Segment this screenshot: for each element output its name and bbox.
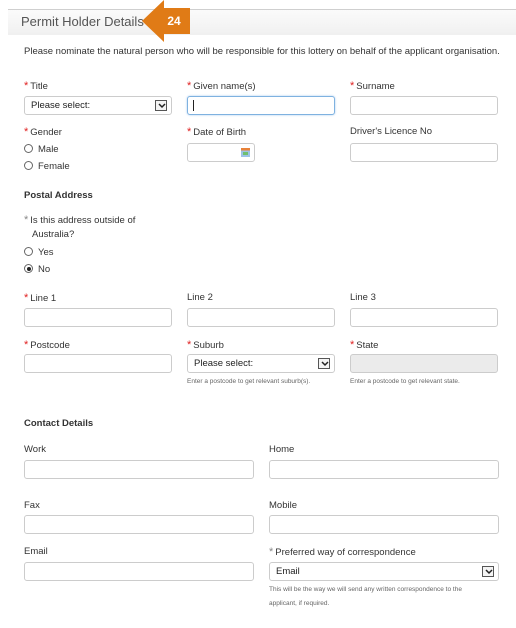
preferred-hint-line1: This will be the way we will send any wr…: [269, 586, 462, 593]
work-label: Work: [24, 444, 46, 455]
required-marker: *: [24, 339, 29, 351]
state-label: * State: [350, 339, 378, 351]
home-label: Home: [269, 444, 295, 455]
female-label: Female: [38, 161, 70, 172]
mobile-input[interactable]: [269, 515, 499, 534]
outside-australia-label: * Is this address outside of: [24, 214, 135, 226]
no-label: No: [38, 264, 51, 275]
outside-question-line2: Australia?: [32, 229, 75, 240]
preferred-select-value: Email: [276, 566, 300, 577]
radio-female[interactable]: [24, 161, 33, 170]
required-marker: *: [187, 80, 192, 92]
line1-label-text: Line 1: [30, 293, 57, 304]
state-label-text: State: [356, 340, 379, 351]
preferred-correspondence-label: * Preferred way of correspondence: [269, 546, 416, 558]
surname-label-text: Surname: [356, 81, 395, 92]
required-marker: *: [187, 339, 192, 351]
postal-address-heading: Postal Address: [24, 190, 93, 201]
chevron-down-icon[interactable]: [318, 358, 330, 369]
radio-no[interactable]: [24, 264, 33, 273]
section-title: Permit Holder Details: [21, 14, 144, 29]
work-input[interactable]: [24, 460, 254, 479]
required-marker: *: [350, 339, 355, 351]
licence-label: Driver's Licence No: [350, 126, 433, 137]
dob-label: * Date of Birth: [187, 126, 246, 138]
calendar-icon[interactable]: [241, 148, 250, 157]
gender-option-male[interactable]: Male: [24, 144, 59, 155]
radio-yes[interactable]: [24, 247, 33, 256]
preferred-label-text: Preferred way of correspondence: [275, 547, 416, 558]
required-marker: *: [350, 80, 355, 92]
fax-input[interactable]: [24, 515, 254, 534]
state-hint: Enter a postcode to get relevant state.: [350, 378, 460, 385]
gender-option-female[interactable]: Female: [24, 161, 70, 172]
surname-label: * Surname: [350, 80, 395, 92]
postcode-input[interactable]: [24, 354, 172, 373]
required-marker: *: [269, 546, 274, 558]
contact-details-heading: Contact Details: [24, 418, 94, 429]
outside-option-no[interactable]: No: [24, 264, 50, 275]
outside-question-line1: Is this address outside of: [30, 215, 136, 226]
suburb-label: * Suburb: [187, 339, 224, 351]
chevron-down-icon[interactable]: [482, 566, 494, 577]
licence-input[interactable]: [350, 143, 498, 162]
male-label: Male: [38, 144, 59, 155]
home-input[interactable]: [269, 460, 499, 479]
surname-input[interactable]: [350, 96, 498, 115]
text-cursor: [193, 100, 194, 111]
line2-label: Line 2: [187, 292, 213, 303]
section-header: Permit Holder Details: [8, 9, 516, 35]
line3-label: Line 3: [350, 292, 376, 303]
callout-number: 24: [167, 14, 181, 28]
title-label: * Title: [24, 80, 48, 92]
email-label: Email: [24, 546, 48, 557]
mobile-label: Mobile: [269, 500, 297, 511]
email-input[interactable]: [24, 562, 254, 581]
line1-label: * Line 1: [24, 292, 56, 304]
gender-label-text: Gender: [30, 127, 62, 138]
step-callout: 24: [142, 0, 196, 42]
required-marker: *: [24, 292, 29, 304]
suburb-select-value: Please select:: [194, 358, 254, 369]
dob-label-text: Date of Birth: [193, 127, 247, 138]
given-names-label: * Given name(s): [187, 80, 256, 92]
required-marker: *: [24, 214, 29, 226]
state-input: [350, 354, 498, 373]
preferred-hint-line2: applicant, if required.: [269, 600, 330, 607]
chevron-down-icon[interactable]: [155, 100, 167, 111]
line3-input[interactable]: [350, 308, 498, 327]
suburb-select[interactable]: Please select:: [187, 354, 335, 373]
given-names-input[interactable]: [187, 96, 335, 115]
postcode-label-text: Postcode: [30, 340, 70, 351]
dob-input[interactable]: [187, 143, 255, 162]
required-marker: *: [187, 126, 192, 138]
given-names-label-text: Given name(s): [193, 81, 256, 92]
yes-label: Yes: [38, 247, 54, 258]
gender-label: * Gender: [24, 126, 62, 138]
postcode-label: * Postcode: [24, 339, 70, 351]
line1-input[interactable]: [24, 308, 172, 327]
intro-text: Please nominate the natural person who w…: [24, 46, 500, 57]
suburb-label-text: Suburb: [193, 340, 224, 351]
title-select-value: Please select:: [31, 100, 91, 111]
fax-label: Fax: [24, 500, 40, 511]
required-marker: *: [24, 126, 29, 138]
required-marker: *: [24, 80, 29, 92]
title-label-text: Title: [30, 81, 48, 92]
title-select[interactable]: Please select:: [24, 96, 172, 115]
preferred-correspondence-select[interactable]: Email: [269, 562, 499, 581]
outside-option-yes[interactable]: Yes: [24, 247, 54, 258]
line2-input[interactable]: [187, 308, 335, 327]
radio-male[interactable]: [24, 144, 33, 153]
suburb-hint: Enter a postcode to get relevant suburb(…: [187, 378, 311, 385]
